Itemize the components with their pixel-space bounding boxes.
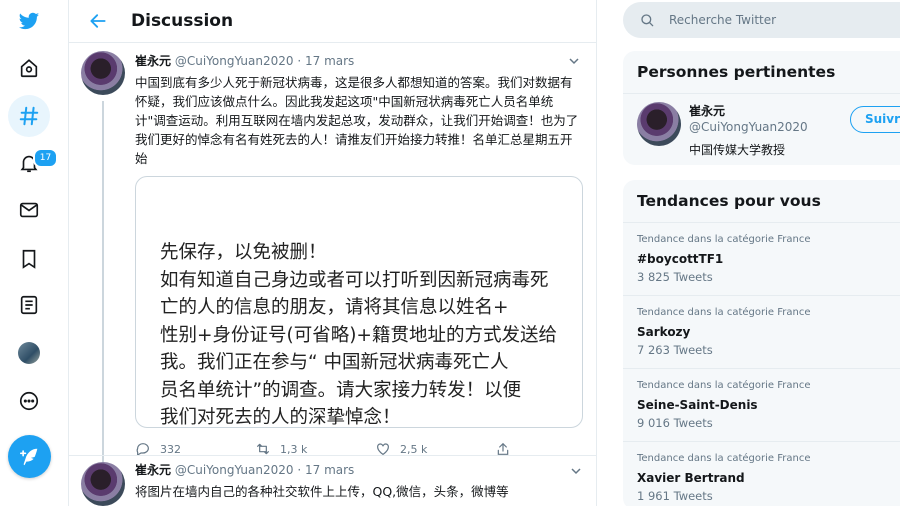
search-placeholder: Recherche Twitter [669,13,777,27]
left-nav: 17 [0,0,60,506]
trend-item[interactable]: Tendance dans la catégorie France Sarkoz… [623,296,900,369]
trend-name: Xavier Bertrand [637,471,745,485]
tweet-meta: 崔永元 @CuiYongYuan2020 · 17 mars [135,53,582,69]
media-line: 先保存，以免被删！ [160,242,327,263]
media-line: 员名单统计”的调查。请大家接力转发！以便 [160,379,522,401]
author-avatar[interactable] [81,462,125,506]
author-name[interactable]: 崔永元 [135,463,171,477]
tweet-reply[interactable]: 崔永元 @CuiYongYuan2020 · 17 mars 将图片在墙内自己的… [69,455,596,506]
relevant-people-title: Personnes pertinentes [623,51,900,94]
thread-connector [102,101,104,491]
trend-item[interactable]: Tendance dans la catégorie France Seine-… [623,369,900,442]
search-icon [641,14,654,27]
trend-category: Tendance dans la catégorie France [637,234,811,245]
more-icon[interactable] [8,380,50,422]
trend-count: 3 825 Tweets [637,270,713,284]
trend-name: Seine-Saint-Denis [637,398,758,412]
person-handle[interactable]: @CuiYongYuan2020 [689,120,808,134]
notifications-badge: 17 [33,148,58,168]
bookmarks-icon[interactable] [8,238,50,280]
person-card[interactable]: 崔永元 @CuiYongYuan2020 中国传媒大学教授 Suivre [623,94,900,164]
trend-category: Tendance dans la catégorie France [637,380,811,391]
author-name[interactable]: 崔永元 [135,54,171,68]
tweet-media-image[interactable]: 先保存，以免被删！ 如有知道自己身边或者可以打听到因新冠病毒死 亡的人的信息的朋… [135,176,583,428]
right-sidebar: Recherche Twitter Personnes pertinentes … [623,0,900,506]
author-avatar[interactable] [81,51,125,95]
compose-tweet-button[interactable] [8,435,51,478]
trends-panel: Tendances pour vous Tendance dans la cat… [623,180,900,506]
person-name[interactable]: 崔永元 [689,102,725,119]
page-title: Discussion [131,11,234,31]
media-line: 我。我们正在参与“ 中国新冠状病毒死亡人 [160,352,509,373]
twitter-logo-icon[interactable] [8,0,50,42]
main-column: Discussion 崔永元 @CuiYongYuan2020 · 17 mar… [68,0,597,506]
compose-tweet-icon [19,448,37,465]
media-line: 性别+身份证号(可省略)+籍贯地址的方式发送给 [160,324,557,346]
tweet-date[interactable]: · 17 mars [297,54,354,68]
tweet-text: 将图片在墙内自己的各种社交软件上上传，QQ,微信，头条，微博等 [135,484,509,499]
trend-name: Sarkozy [637,325,691,339]
trend-item[interactable]: Tendance dans la catégorie France #boyco… [623,223,900,296]
media-line: 亡的人的信息的朋友，请将其信息以姓名+ [160,297,509,318]
relevant-people-panel: Personnes pertinentes 崔永元 @CuiYongYuan20… [623,51,900,165]
home-icon[interactable] [8,47,50,89]
chevron-down-icon[interactable] [568,55,580,67]
author-handle[interactable]: @CuiYongYuan2020 [175,463,294,477]
trend-count: 9 016 Tweets [637,416,713,430]
back-arrow-icon[interactable] [87,10,109,32]
follow-button[interactable]: Suivre [850,106,900,133]
trend-category: Tendance dans la catégorie France [637,307,811,318]
tweet-main[interactable]: 崔永元 @CuiYongYuan2020 · 17 mars 中国到底有多少人死… [69,43,596,491]
tweet-date[interactable]: · 17 mars [297,463,354,477]
media-line: 如有知道自己身边或者可以打听到因新冠病毒死 [160,269,549,291]
trend-item[interactable]: Tendance dans la catégorie France Xavier… [623,442,900,506]
search-input[interactable]: Recherche Twitter [623,2,900,38]
media-image-text: 先保存，以免被删！ 如有知道自己身边或者可以打听到因新冠病毒死 亡的人的信息的朋… [160,239,572,432]
trend-count: 1 961 Tweets [637,489,713,503]
like-count: 2,5 k [400,442,428,456]
chevron-down-icon[interactable] [570,465,582,477]
trends-title: Tendances pour vous [623,180,900,223]
person-avatar[interactable] [637,102,681,146]
lists-icon[interactable] [8,284,50,326]
media-line: 我们对死去的人的深挚悼念！ [160,407,401,428]
person-bio: 中国传媒大学教授 [689,143,786,157]
trend-name: #boycottTF1 [637,252,724,266]
profile-avatar[interactable] [8,332,50,374]
trend-count: 7 263 Tweets [637,343,713,357]
discussion-header: Discussion [69,0,596,43]
tweet-meta: 崔永元 @CuiYongYuan2020 · 17 mars [135,462,584,478]
messages-envelope-icon[interactable] [8,189,50,231]
tweet-text: 中国到底有多少人死于新冠状病毒，这是很多人都想知道的答案。我们对数据有怀疑，我们… [135,75,579,166]
trend-category: Tendance dans la catégorie France [637,453,811,464]
reply-count: 332 [160,442,181,456]
notifications-bell-icon[interactable]: 17 [8,142,58,184]
retweet-count: 1,3 k [280,442,308,456]
author-handle[interactable]: @CuiYongYuan2020 [175,54,294,68]
explore-hashtag-icon[interactable] [8,95,50,137]
